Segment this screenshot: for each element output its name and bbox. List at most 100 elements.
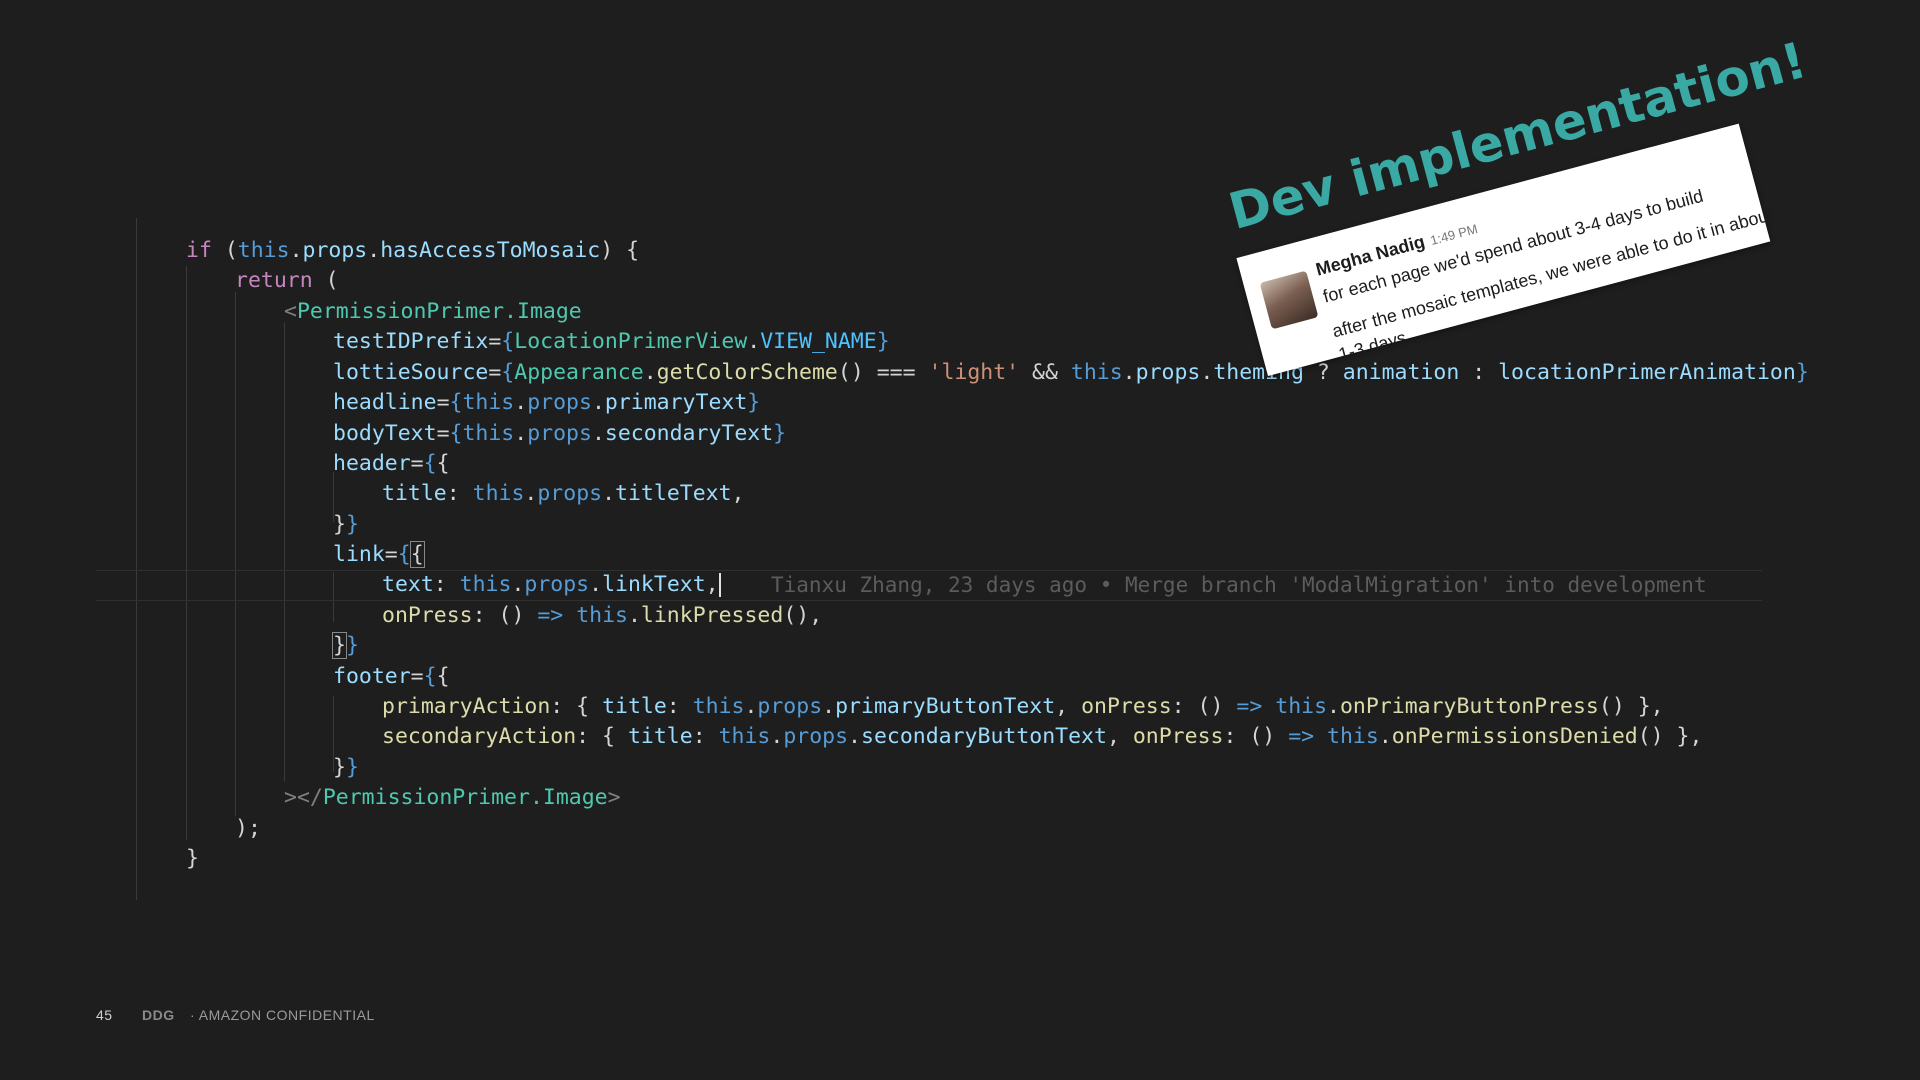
brace: }: [345, 512, 359, 537]
code-line: }: [186, 844, 199, 874]
function-name: linkPressed: [640, 603, 784, 628]
indent-guide: [186, 266, 187, 840]
code-line: }}: [332, 631, 359, 661]
object-key: onPress: [1081, 694, 1172, 719]
punct: =: [488, 329, 502, 354]
this-keyword: this: [462, 390, 515, 415]
punct: .: [747, 329, 761, 354]
punct: .: [514, 390, 528, 415]
operator: &&: [1019, 360, 1071, 385]
punct: .: [591, 421, 605, 446]
indent-guide: [284, 322, 285, 782]
identifier: props: [783, 724, 849, 749]
brace: }: [773, 421, 787, 446]
jsx-attr: link: [333, 542, 385, 567]
punct: (): [837, 360, 864, 385]
punct: .: [770, 724, 784, 749]
code-line-current: text: this.props.linkText,: [382, 570, 721, 600]
matched-brace: {: [409, 541, 425, 568]
arrow-operator: =>: [1288, 724, 1315, 749]
punct: .: [367, 238, 381, 263]
this-keyword: this: [237, 238, 290, 263]
punct: =: [488, 360, 502, 385]
brace: }: [333, 755, 346, 780]
identifier: locationPrimerAnimation: [1498, 360, 1796, 385]
git-blame-annotation: Tianxu Zhang, 23 days ago • Merge branch…: [771, 573, 1707, 597]
punct: .: [822, 694, 836, 719]
identifier: props: [537, 481, 603, 506]
punct: ,: [731, 481, 745, 506]
code-line: }}: [333, 510, 359, 540]
object-key: onPress: [1132, 724, 1224, 749]
identifier: props: [302, 238, 368, 263]
jsx-attr: footer: [333, 664, 411, 689]
punct: () },: [1637, 724, 1703, 749]
arrow-operator: =>: [537, 603, 564, 628]
punct: .: [524, 481, 538, 506]
punct: .: [289, 238, 303, 263]
punct: .: [591, 390, 605, 415]
punct: :: [472, 603, 499, 628]
identifier: secondaryButtonText: [861, 724, 1107, 749]
code-line: onPress: () => this.linkPressed(),: [382, 601, 822, 631]
class-name: LocationPrimerView: [514, 329, 748, 354]
punct: ></: [284, 785, 323, 810]
matched-brace: }: [332, 632, 347, 659]
identifier: props: [757, 694, 823, 719]
punct: .: [511, 572, 525, 597]
punct: [1262, 694, 1275, 719]
identifier: linkText: [602, 572, 706, 597]
code-line: link={{: [333, 540, 425, 570]
identifier: animation: [1342, 360, 1460, 385]
punct: =: [410, 664, 424, 689]
jsx-attr: testIDPrefix: [333, 329, 489, 354]
this-keyword: this: [718, 724, 771, 749]
identifier: props: [527, 390, 592, 415]
brand-mark: DDG: [142, 1007, 175, 1023]
punct: =: [384, 542, 398, 567]
operator: ===: [863, 360, 929, 385]
separator: ·: [190, 1007, 199, 1023]
string: 'light': [928, 360, 1020, 385]
code-line: header={{: [333, 449, 450, 479]
keyword: if: [186, 238, 212, 263]
this-keyword: this: [1275, 694, 1328, 719]
punct: :: [666, 694, 693, 719]
function-name: onPrimaryButtonPress: [1339, 694, 1599, 719]
code-line: primaryAction: { title: this.props.prima…: [382, 692, 1664, 722]
this-keyword: this: [462, 421, 515, 446]
keyword: return: [235, 268, 313, 293]
indent-guide: [333, 572, 334, 622]
brace: }: [1795, 360, 1809, 385]
code-line: footer={{: [333, 662, 450, 692]
brace: {: [397, 542, 411, 567]
this-keyword: this: [1327, 724, 1379, 749]
punct: }: [186, 846, 199, 871]
brace: }: [747, 390, 761, 415]
identifier: secondaryText: [604, 421, 774, 446]
punct: () },: [1598, 694, 1664, 719]
punct: ,: [705, 572, 719, 597]
jsx-tag: PermissionPrimer.Image: [296, 299, 582, 324]
punct: :: [692, 724, 719, 749]
punct: .: [602, 481, 616, 506]
operator: :: [1459, 360, 1499, 385]
function-name: onPermissionsDenied: [1391, 724, 1638, 749]
code-line: secondaryAction: { title: this.props.sec…: [382, 722, 1702, 752]
brace: {: [436, 451, 450, 476]
brace: {: [436, 664, 450, 689]
punct: (: [312, 268, 339, 293]
punct: .: [1122, 360, 1136, 385]
punct: =: [436, 421, 450, 446]
arrow-operator: =>: [1236, 694, 1263, 719]
constant: VIEW_NAME: [760, 329, 877, 354]
object-key: primaryAction: [382, 694, 551, 719]
punct: :: [433, 572, 460, 597]
punct: ,: [1106, 724, 1133, 749]
jsx-attr: headline: [333, 390, 437, 415]
punct: );: [235, 816, 261, 841]
brace: {: [501, 329, 515, 354]
code-line: bodyText={this.props.secondaryText}: [333, 419, 786, 449]
page-number: 45: [96, 1007, 113, 1023]
indent-guide: [235, 292, 236, 816]
